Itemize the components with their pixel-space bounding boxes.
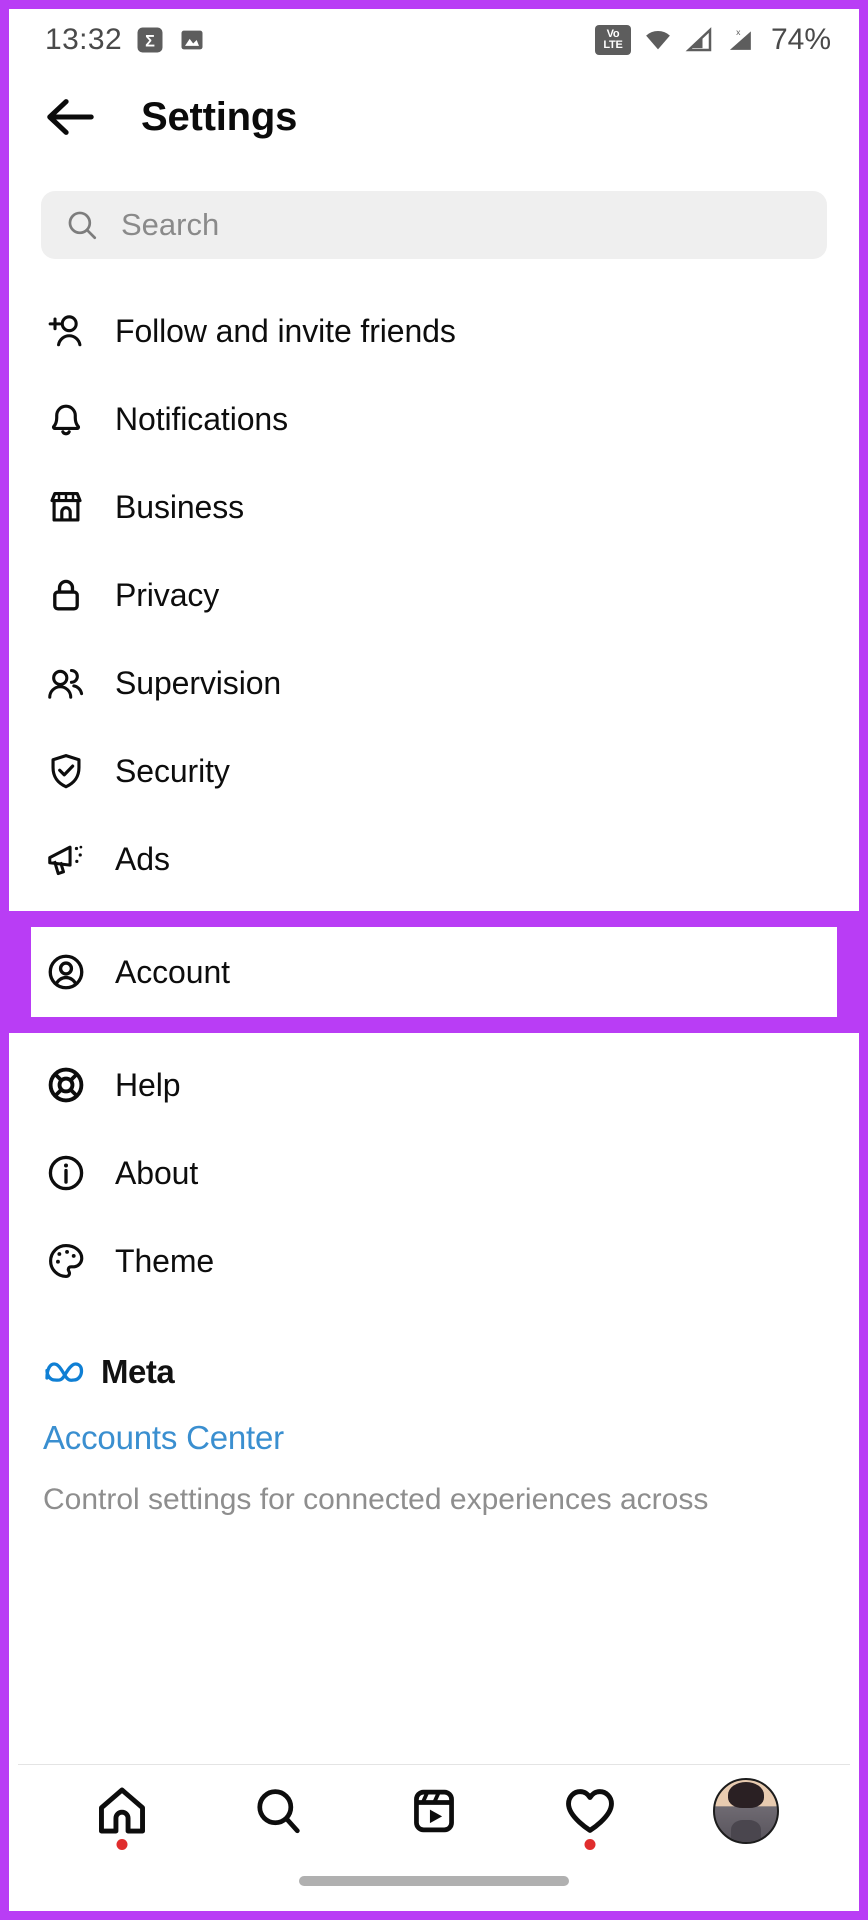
nav-home-button[interactable] xyxy=(79,1768,165,1854)
status-bar-left: 13:32 Σ xyxy=(45,23,206,57)
settings-item-label: Follow and invite friends xyxy=(115,312,456,349)
settings-item-label: Notifications xyxy=(115,400,288,437)
nav-search-button[interactable] xyxy=(235,1768,321,1854)
accounts-center-link[interactable]: Accounts Center xyxy=(43,1419,825,1457)
search-placeholder: Search xyxy=(121,207,220,242)
settings-item-about[interactable]: About xyxy=(9,1129,859,1217)
home-icon xyxy=(94,1783,150,1839)
meta-infinity-logo-icon xyxy=(43,1357,87,1387)
megaphone-icon xyxy=(43,836,89,882)
status-bar-clock: 13:32 xyxy=(45,23,123,56)
page-title: Settings xyxy=(141,94,298,139)
volte-line2: LTE xyxy=(603,39,623,51)
settings-item-label: Security xyxy=(115,752,230,789)
profile-avatar xyxy=(713,1778,779,1844)
search-input[interactable]: Search xyxy=(41,191,827,259)
settings-item-label: Privacy xyxy=(115,576,220,613)
add-person-icon xyxy=(43,308,89,354)
settings-item-ads[interactable]: Ads xyxy=(9,815,859,903)
reels-icon xyxy=(407,1784,461,1838)
meta-section: Meta Accounts Center Control settings fo… xyxy=(9,1305,859,1517)
meta-brand-row: Meta xyxy=(43,1353,825,1391)
heart-icon xyxy=(562,1783,618,1839)
bottom-nav-items xyxy=(18,1765,850,1857)
nav-profile-button[interactable] xyxy=(703,1768,789,1854)
phone-screen: 13:32 Σ Vo LTE x 74% Settings Search Fol… xyxy=(0,0,868,1920)
activity-notification-badge xyxy=(584,1839,596,1850)
user-circle-icon xyxy=(43,949,89,995)
settings-item-label: Supervision xyxy=(115,664,282,701)
settings-item-security[interactable]: Security xyxy=(9,727,859,815)
meta-description: Control settings for connected experienc… xyxy=(43,1483,709,1516)
svg-text:x: x xyxy=(736,27,741,37)
search-icon xyxy=(251,1784,305,1838)
info-circle-icon xyxy=(43,1150,89,1196)
app-header: Settings xyxy=(9,71,859,163)
back-button[interactable] xyxy=(43,95,97,139)
store-icon xyxy=(43,484,89,530)
bottom-navigation-bar xyxy=(18,1764,850,1902)
wifi-icon xyxy=(641,25,675,55)
settings-item-help[interactable]: Help xyxy=(9,1041,859,1129)
volte-icon: Vo LTE xyxy=(594,25,631,55)
life-ring-icon xyxy=(43,1062,89,1108)
settings-item-theme[interactable]: Theme xyxy=(9,1217,859,1305)
signal-sim2-icon: x xyxy=(725,25,757,55)
image-gallery-icon xyxy=(178,26,206,54)
status-bar-battery: 74% xyxy=(770,23,831,56)
home-notification-badge xyxy=(116,1839,128,1850)
people-icon xyxy=(43,660,89,706)
account-highlight-band: Account xyxy=(9,911,859,1033)
settings-item-label: About xyxy=(115,1154,199,1191)
search-section: Search xyxy=(9,163,859,265)
svg-text:Σ: Σ xyxy=(145,32,155,50)
settings-item-follow-and-invite-friends[interactable]: Follow and invite friends xyxy=(9,287,859,375)
settings-item-privacy[interactable]: Privacy xyxy=(9,551,859,639)
settings-item-business[interactable]: Business xyxy=(9,463,859,551)
settings-item-label: Theme xyxy=(115,1242,215,1279)
signal-sim1-icon xyxy=(685,25,715,55)
lock-icon xyxy=(43,572,89,618)
settings-item-account[interactable]: Account xyxy=(31,927,837,1017)
bell-icon xyxy=(43,396,89,442)
palette-icon xyxy=(43,1238,89,1284)
nav-reels-button[interactable] xyxy=(391,1768,477,1854)
settings-item-label: Business xyxy=(115,488,245,525)
status-bar: 13:32 Σ Vo LTE x 74% xyxy=(9,9,859,71)
status-bar-right: Vo LTE x 74% xyxy=(594,23,831,57)
settings-item-label: Account xyxy=(115,953,230,990)
settings-list: Follow and invite friends Notifications xyxy=(9,265,859,1305)
settings-item-label: Help xyxy=(115,1066,181,1103)
shield-check-icon xyxy=(43,748,89,794)
search-icon xyxy=(65,208,99,242)
settings-item-supervision[interactable]: Supervision xyxy=(9,639,859,727)
nav-activity-button[interactable] xyxy=(547,1768,633,1854)
meta-brand-name: Meta xyxy=(101,1353,175,1390)
home-indicator xyxy=(299,1876,569,1886)
sigma-app-icon: Σ xyxy=(135,25,165,55)
settings-item-label: Ads xyxy=(115,840,170,877)
settings-item-notifications[interactable]: Notifications xyxy=(9,375,859,463)
